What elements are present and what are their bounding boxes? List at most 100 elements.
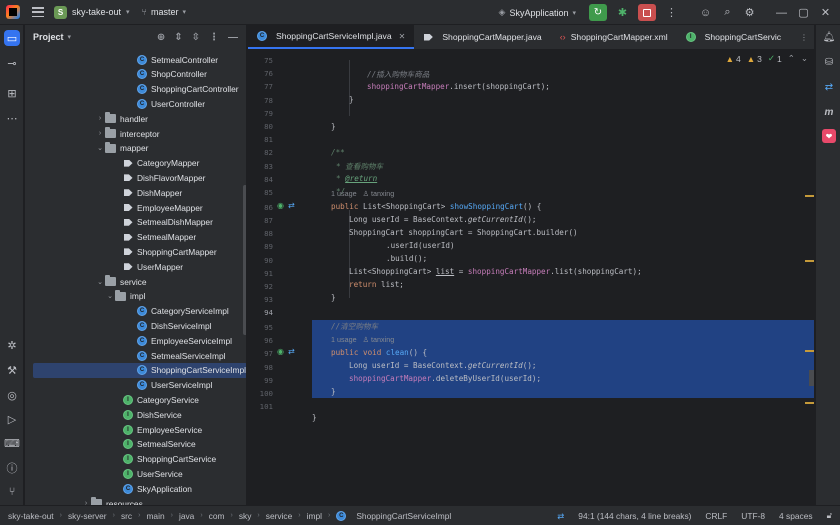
tree-item-setmealservice[interactable]: I SetmealService [25, 437, 246, 452]
tab-shoppingcartmapper-xml[interactable]: ‹› ShoppingCartMapper.xml [551, 25, 677, 49]
tree-item-resources[interactable]: › resources [25, 496, 246, 505]
tree-item-shoppingcartservice[interactable]: I ShoppingCartService [25, 452, 246, 467]
git-icon[interactable]: ⑂ [4, 484, 20, 500]
tab-shoppingcartmapper-java[interactable]: ShoppingCartMapper.java [414, 25, 550, 49]
tree-item-employeemapper[interactable]: EmployeeMapper [25, 200, 246, 215]
maven-icon[interactable]: m [822, 105, 836, 119]
rerun-button[interactable]: ↻ [589, 4, 607, 21]
inspection-widget[interactable]: ▲ 4 ▲ 3 ✓ 1 ⌃ ⌄ [726, 53, 808, 64]
project-scrollbar[interactable] [243, 185, 246, 335]
warning-stripe[interactable] [805, 402, 814, 404]
line-number[interactable]: 82 [248, 148, 273, 157]
tree-item-setmealserviceimpl[interactable]: C SetmealServiceImpl [25, 348, 246, 363]
tree-item-shoppingcartcontroller[interactable]: C ShoppingCartController [25, 82, 246, 97]
breadcrumb-item[interactable]: ShoppingCartServiceImpl [356, 511, 451, 521]
tree-item-shoppingcartserviceimpl[interactable]: C ShoppingCartServiceImpl [33, 362, 246, 378]
tree-item-shoppingcartmapper[interactable]: ShoppingCartMapper [25, 244, 246, 259]
problems-icon[interactable]: ⓘ [4, 460, 20, 476]
line-number[interactable]: 84 [248, 175, 273, 184]
tree-item-skyapplication[interactable]: C SkyApplication [25, 481, 246, 496]
implements-marker-icon[interactable]: ◉ [277, 347, 284, 356]
tree-item-setmealmapper[interactable]: SetmealMapper [25, 230, 246, 245]
breadcrumb-item[interactable]: service [266, 511, 293, 521]
minimize-icon[interactable]: — [775, 6, 788, 19]
chevron-right-icon[interactable]: › [95, 115, 105, 122]
line-number[interactable]: 91 [248, 269, 273, 278]
tree-item-employeeserviceimpl[interactable]: C EmployeeServiceImpl [25, 333, 246, 348]
line-number[interactable]: 90 [248, 256, 273, 265]
file-encoding[interactable]: UTF-8 [741, 511, 765, 521]
line-number[interactable]: 99 [248, 376, 273, 385]
line-number[interactable]: 101 [248, 402, 273, 411]
close-tab-icon[interactable]: ✕ [399, 32, 406, 41]
mapper-navigation-icon[interactable]: ⇄ [288, 347, 295, 356]
project-panel-title[interactable]: Project [33, 32, 64, 42]
collapse-all-icon[interactable]: ⇳ [192, 32, 200, 43]
breadcrumb-item[interactable]: main [146, 511, 164, 521]
tree-item-dishservice[interactable]: I DishService [25, 407, 246, 422]
next-highlight-icon[interactable]: ⌄ [801, 53, 808, 64]
tree-item-categoryserviceimpl[interactable]: C CategoryServiceImpl [25, 304, 246, 319]
chevron-down-icon[interactable]: ⌄ [95, 278, 105, 286]
run-icon[interactable]: ◎ [4, 387, 20, 403]
line-number[interactable]: 80 [248, 122, 273, 131]
add-user-icon[interactable]: ☺ [699, 6, 712, 19]
tree-item-setmealdishmapper[interactable]: SetmealDishMapper [25, 215, 246, 230]
debug-run-icon[interactable]: ▷ [4, 411, 20, 427]
chevron-down-icon[interactable]: ⌄ [95, 144, 105, 152]
notifications-bell-icon[interactable]: 🔔︎ [822, 30, 836, 44]
line-number[interactable]: 75 [248, 56, 273, 65]
tree-item-categorymapper[interactable]: CategoryMapper [25, 156, 246, 171]
usage-hint[interactable]: 1 usage ♙ tanxing [331, 335, 394, 344]
project-switcher[interactable]: S sky-take-out ▾ [54, 5, 130, 19]
line-number[interactable]: 83 [248, 162, 273, 171]
debug-button[interactable]: ✱ [616, 6, 629, 19]
tree-item-impl[interactable]: ⌄ impl [25, 289, 246, 304]
editor-scrollbar[interactable] [809, 370, 814, 386]
line-number[interactable]: 79 [248, 109, 273, 118]
services-icon[interactable]: ✲ [4, 337, 20, 353]
terminal-icon[interactable]: ⌨ [4, 435, 20, 451]
breadcrumb-item[interactable]: sky-server [68, 511, 107, 521]
line-number[interactable]: 98 [248, 363, 273, 372]
line-number[interactable]: 81 [248, 135, 273, 144]
indent-setting[interactable]: 4 spaces [779, 511, 813, 521]
breadcrumb-item[interactable]: java [179, 511, 194, 521]
hide-panel-icon[interactable]: — [228, 32, 238, 43]
chevron-down-icon[interactable]: ⌄ [105, 292, 115, 300]
close-icon[interactable]: ✕ [819, 6, 832, 19]
commit-icon[interactable]: ⊸ [4, 55, 20, 71]
tab-shoppingcartservice[interactable]: I ShoppingCartServic [677, 25, 790, 49]
tree-item-userservice[interactable]: I UserService [25, 466, 246, 481]
warning-stripe[interactable] [805, 350, 814, 352]
previous-highlight-icon[interactable]: ⌃ [788, 53, 795, 64]
usage-hint[interactable]: 1 usage ♙ tanxing [331, 189, 394, 198]
line-number[interactable]: 97 [248, 349, 273, 358]
tree-item-setmealcontroller[interactable]: C SetmealController [25, 52, 246, 67]
lock-icon[interactable]: 🔓︎ [827, 510, 832, 521]
tree-item-employeeservice[interactable]: I EmployeeService [25, 422, 246, 437]
tree-item-interceptor[interactable]: › interceptor [25, 126, 246, 141]
options-icon[interactable]: ⋮ [209, 32, 219, 43]
plugin-icon[interactable]: ❤ [822, 129, 836, 143]
tab-shoppingcartserviceimpl[interactable]: C ShoppingCartServiceImpl.java ✕ [248, 25, 415, 49]
breadcrumb-item[interactable]: com [209, 511, 225, 521]
line-separator[interactable]: CRLF [705, 511, 727, 521]
code-editor[interactable]: ▲ 4 ▲ 3 ✓ 1 ⌃ ⌄ 75 76 77 78 79 80 81 82 83 84 85 86… [248, 50, 814, 505]
mybatis-icon[interactable]: ⇄ [822, 80, 836, 94]
database-icon[interactable]: ⛁ [822, 55, 836, 69]
implements-marker-icon[interactable]: ◉ [277, 201, 284, 210]
breadcrumb-item[interactable]: impl [307, 511, 322, 521]
build-hammer-icon[interactable]: ⚒ [4, 362, 20, 378]
tree-item-dishserviceimpl[interactable]: C DishServiceImpl [25, 318, 246, 333]
settings-gear-icon[interactable]: ⚙ [743, 6, 756, 19]
line-number[interactable]: 78 [248, 96, 273, 105]
line-number[interactable]: 89 [248, 242, 273, 251]
structure-icon[interactable]: ⊞ [4, 85, 20, 101]
line-number[interactable]: 95 [248, 323, 273, 332]
tree-item-userserviceimpl[interactable]: C UserServiceImpl [25, 378, 246, 393]
tabs-more-icon[interactable]: ⋮ [794, 25, 814, 49]
line-number[interactable]: 88 [248, 229, 273, 238]
line-number[interactable]: 94 [248, 308, 273, 317]
run-config-selector[interactable]: ◈ SkyApplication ▾ [499, 7, 576, 18]
